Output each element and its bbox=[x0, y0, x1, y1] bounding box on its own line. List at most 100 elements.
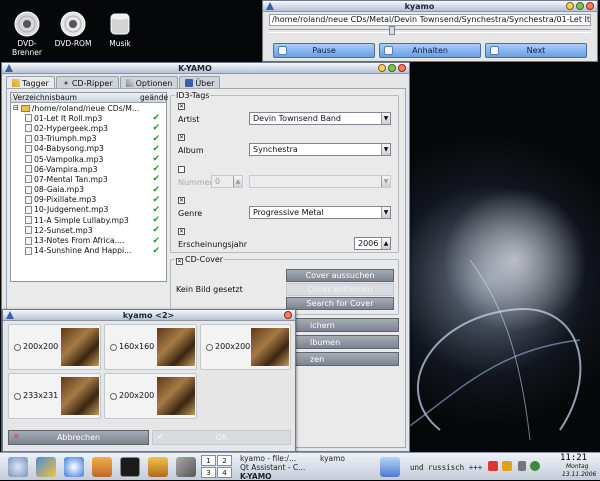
browser-icon[interactable] bbox=[64, 457, 84, 477]
spin-arrows-icon[interactable]: ▲ bbox=[381, 238, 390, 249]
radio-button[interactable] bbox=[14, 393, 21, 400]
close-button[interactable] bbox=[398, 64, 406, 72]
minimize-button[interactable] bbox=[566, 2, 574, 10]
cover-option-3[interactable]: 200x200 bbox=[200, 324, 291, 370]
tree-file-row[interactable]: 07-Mental Tan.mp3 ✔ bbox=[11, 174, 166, 184]
collapse-icon[interactable]: ⊟ bbox=[13, 104, 19, 112]
tree-file-row[interactable]: 14-Sunshine And Happi... ✔ bbox=[11, 246, 166, 256]
column-directory[interactable]: Verzeichnisbaum bbox=[11, 93, 140, 102]
reset-button[interactable]: zen bbox=[282, 352, 399, 366]
album-checkbox[interactable]: ✕ bbox=[178, 134, 185, 141]
tree-file-row[interactable]: 12-Sunset.mp3 ✔ bbox=[11, 225, 166, 235]
pager-desktop-2[interactable]: 2 bbox=[217, 455, 232, 466]
close-button[interactable] bbox=[586, 2, 594, 10]
next-button[interactable]: Next bbox=[485, 43, 587, 58]
task-qt-assistant[interactable]: Qt Assistant - C... bbox=[240, 463, 305, 472]
player-titlebar[interactable]: kyamo bbox=[263, 1, 597, 12]
pager-desktop-1[interactable]: 1 bbox=[201, 455, 216, 466]
clock-time[interactable]: 11:21 bbox=[560, 453, 587, 463]
number-total-combo[interactable]: ▼ bbox=[249, 175, 391, 188]
column-changed[interactable]: geände bbox=[140, 93, 168, 102]
choose-cover-button[interactable]: Cover aussuchen bbox=[286, 269, 394, 282]
tree-file-row[interactable]: 04-Babysong.mp3 ✔ bbox=[11, 144, 166, 154]
pager-desktop-4[interactable]: 4 bbox=[217, 467, 232, 478]
dropdown-arrow-icon[interactable]: ▼ bbox=[381, 144, 390, 155]
radio-button[interactable] bbox=[110, 393, 117, 400]
tree-file-row[interactable]: 13-Notes From Africa.... ✔ bbox=[11, 235, 166, 246]
app-menu-icon[interactable] bbox=[4, 64, 13, 73]
cover-checkbox[interactable]: ✕ bbox=[176, 258, 183, 265]
maximize-button[interactable] bbox=[388, 64, 396, 72]
desktop-icon-dvd-rom[interactable]: DVD-ROM bbox=[50, 11, 96, 48]
clipboard-icon[interactable] bbox=[502, 461, 512, 471]
maximize-button[interactable] bbox=[576, 2, 584, 10]
tree-file-row[interactable]: 08-Gaia.mp3 ✔ bbox=[11, 185, 166, 195]
radio-button[interactable] bbox=[110, 344, 117, 351]
task-konqueror[interactable]: kyamo - file:/... bbox=[240, 454, 296, 463]
spin-arrows-icon[interactable]: ▲ bbox=[233, 176, 242, 187]
network-icon[interactable] bbox=[380, 457, 400, 477]
tree-file-row[interactable]: 03-Triumph.mp3 ✔ bbox=[11, 134, 166, 144]
notification-icon[interactable] bbox=[488, 461, 498, 471]
search-cover-button[interactable]: Search for Cover bbox=[286, 297, 394, 310]
directory-tree[interactable]: Verzeichnisbaum geände ⊟ /home/roland/ne… bbox=[10, 92, 168, 282]
app-menu-icon[interactable] bbox=[265, 2, 274, 11]
tree-file-row[interactable]: 09-Pixillate.mp3 ✔ bbox=[11, 195, 166, 205]
minimize-button[interactable] bbox=[378, 64, 386, 72]
dropdown-arrow-icon[interactable]: ▼ bbox=[381, 176, 390, 187]
archive-icon[interactable] bbox=[148, 457, 168, 477]
cover-option-5[interactable]: 200x200 bbox=[104, 373, 197, 419]
desktop-icon[interactable] bbox=[36, 457, 56, 477]
seek-handle[interactable] bbox=[389, 26, 396, 35]
tree-file-row[interactable]: 01-Let It Roll.mp3 ✔ bbox=[11, 113, 166, 123]
cover-thumbnail bbox=[61, 328, 99, 366]
home-icon[interactable] bbox=[92, 457, 112, 477]
task-kyamo[interactable]: kyamo bbox=[320, 454, 345, 463]
app-menu-icon[interactable] bbox=[5, 311, 14, 320]
news-ticker[interactable]: und russisch +++ bbox=[410, 463, 482, 472]
close-button[interactable] bbox=[284, 311, 292, 319]
cover-option-4[interactable]: 233x231 bbox=[8, 373, 101, 419]
tree-root[interactable]: ⊟ /home/roland/neue CDs/M... bbox=[11, 103, 166, 113]
tree-file-row[interactable]: 11-A Simple Lullaby.mp3 ✔ bbox=[11, 215, 166, 225]
tree-file-row[interactable]: 05-Vampolka.mp3 ✔ bbox=[11, 154, 166, 164]
tree-file-row[interactable]: 10-Judgement.mp3 ✔ bbox=[11, 205, 166, 215]
remove-cover-button[interactable]: Cover entfernen bbox=[286, 283, 394, 296]
dropdown-arrow-icon[interactable]: ▼ bbox=[381, 207, 390, 218]
desktop-icon-dvd-burner[interactable]: DVD- Brenner bbox=[4, 11, 50, 57]
pause-button[interactable]: Pause bbox=[273, 43, 375, 58]
artist-checkbox[interactable]: ✕ bbox=[178, 103, 185, 110]
artist-combo[interactable]: Devin Townsend Band ▼ bbox=[249, 112, 391, 125]
tree-file-row[interactable]: 06-Vampira.mp3 ✔ bbox=[11, 164, 166, 174]
seek-slider[interactable] bbox=[269, 26, 591, 35]
dialog-titlebar[interactable]: kyamo <2> bbox=[3, 310, 295, 321]
genre-checkbox[interactable]: ✕ bbox=[178, 197, 185, 204]
kde-menu-icon[interactable] bbox=[8, 457, 28, 477]
update-icon[interactable] bbox=[530, 461, 540, 471]
ok-button[interactable]: ✔ OK bbox=[152, 430, 291, 445]
albums-button[interactable]: lbumen bbox=[282, 335, 399, 349]
year-checkbox[interactable]: ✕ bbox=[178, 228, 185, 235]
terminal-icon[interactable] bbox=[120, 457, 140, 477]
tree-file-row[interactable]: 02-Hypergeek.mp3 ✔ bbox=[11, 123, 166, 133]
dropdown-arrow-icon[interactable]: ▼ bbox=[381, 113, 390, 124]
mp3-file-icon bbox=[25, 185, 32, 194]
tools-icon[interactable] bbox=[176, 457, 196, 477]
number-spinbox[interactable]: 0 ▲ bbox=[211, 175, 243, 188]
year-spinbox[interactable]: 2006 ▲ bbox=[354, 237, 391, 250]
cover-option-1[interactable]: 200x200 bbox=[8, 324, 101, 370]
album-combo[interactable]: Synchestra ▼ bbox=[249, 143, 391, 156]
desktop-icon-musik[interactable]: Musik bbox=[97, 11, 143, 48]
number-checkbox[interactable] bbox=[178, 166, 185, 173]
genre-combo[interactable]: Progressive Metal ▼ bbox=[249, 206, 391, 219]
radio-button[interactable] bbox=[14, 344, 21, 351]
volume-icon[interactable] bbox=[518, 461, 526, 471]
pager-desktop-3[interactable]: 3 bbox=[201, 467, 216, 478]
main-titlebar[interactable]: K-YAMO bbox=[2, 63, 409, 74]
radio-button[interactable] bbox=[206, 344, 213, 351]
cancel-button[interactable]: ✕ Abbrechen bbox=[8, 430, 149, 445]
stop-button[interactable]: Anhalten bbox=[379, 43, 481, 58]
save-button[interactable]: ichern bbox=[282, 318, 399, 332]
cover-option-2[interactable]: 160x160 bbox=[104, 324, 197, 370]
stop-label: Anhalten bbox=[412, 46, 448, 55]
